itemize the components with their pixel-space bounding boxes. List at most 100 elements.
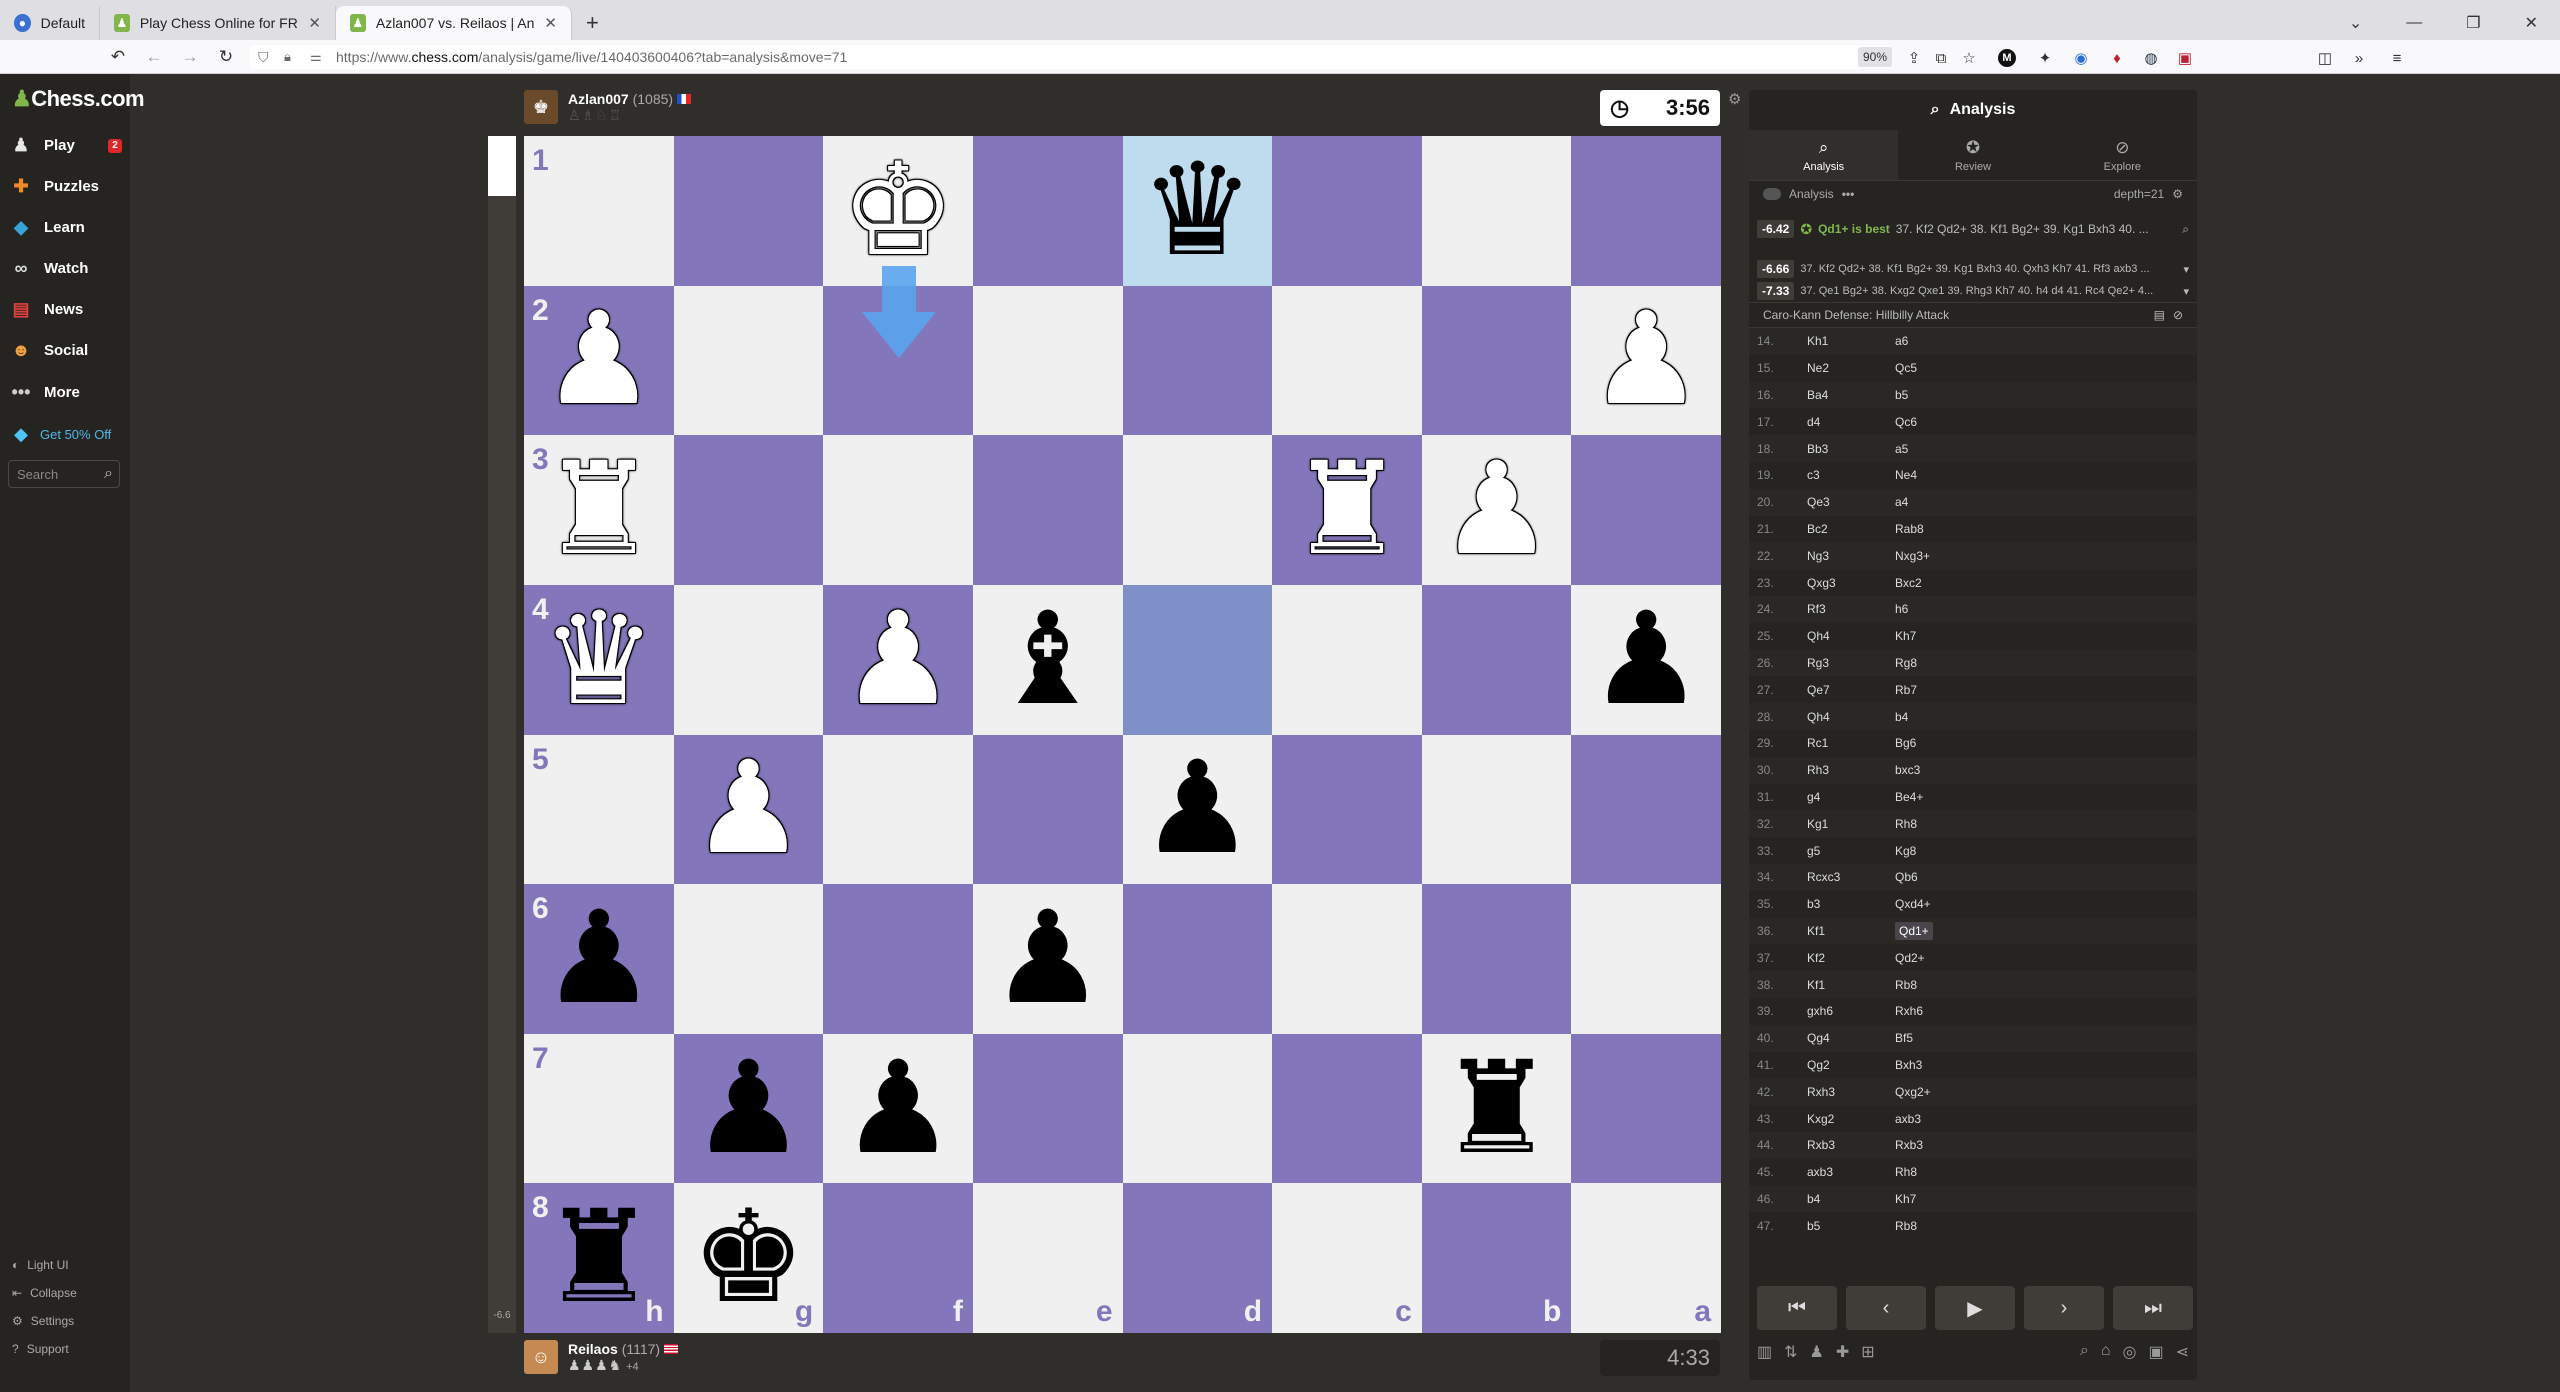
white-move[interactable]: Qh4	[1807, 710, 1895, 724]
square-d1[interactable]: ♛	[1122, 136, 1273, 286]
sidebar-item-learn[interactable]: ◆ Learn	[10, 216, 85, 238]
pieces-icon[interactable]: ♟	[1810, 1342, 1824, 1362]
black-queen[interactable]: ♛	[1140, 146, 1255, 275]
tab-review[interactable]: ✪ Review	[1898, 130, 2047, 180]
best-move-line[interactable]: -6.42 ✪ Qd1+ is best 37. Kf2 Qd2+ 38. Kf…	[1749, 206, 2197, 252]
black-move[interactable]: Qd1+	[1895, 921, 1933, 940]
bookmark-star-icon[interactable]: ☆	[1960, 49, 1978, 67]
white-move[interactable]: Bb3	[1807, 442, 1895, 456]
white-move[interactable]: Ng3	[1807, 549, 1895, 563]
square-e2[interactable]	[972, 285, 1123, 436]
next-move-button[interactable]: ›	[2024, 1286, 2104, 1330]
sidebar-toggle-icon[interactable]: ◫	[2316, 49, 2334, 67]
extension-circle-icon[interactable]: ◉	[2072, 49, 2090, 67]
square-c6[interactable]	[1272, 884, 1422, 1034]
black-rook[interactable]: ♜	[541, 1194, 656, 1322]
white-pawn[interactable]: ♟	[541, 296, 656, 424]
square-d5[interactable]: ♟	[1122, 734, 1273, 885]
black-rook[interactable]: ♜	[1439, 1044, 1554, 1173]
camera-icon[interactable]: ▣	[2148, 1342, 2163, 1362]
square-a3[interactable]	[1571, 435, 1721, 585]
square-g6[interactable]	[673, 884, 824, 1034]
white-move[interactable]: Ne2	[1807, 361, 1895, 375]
black-move[interactable]: Kh7	[1895, 629, 1995, 643]
chesscom-logo[interactable]: ♟Chess.com	[12, 86, 145, 112]
black-pawn[interactable]: ♟	[691, 1044, 806, 1173]
black-pawn[interactable]: ♟	[841, 1044, 956, 1173]
sidebar-item-news[interactable]: ▤ News	[10, 298, 83, 320]
square-d7[interactable]	[1122, 1033, 1273, 1184]
square-e8[interactable]: e	[972, 1183, 1123, 1333]
square-c2[interactable]	[1272, 285, 1422, 436]
black-bishop[interactable]: ♝	[990, 595, 1105, 724]
footer-light-ui[interactable]: ◐ Light UI	[12, 1258, 69, 1272]
first-move-button[interactable]: ⏮	[1757, 1286, 1837, 1330]
footer-support[interactable]: ? Support	[12, 1342, 69, 1356]
black-move[interactable]: a6	[1895, 334, 1995, 348]
square-g4[interactable]	[673, 584, 824, 735]
square-c4[interactable]	[1272, 584, 1422, 735]
white-move[interactable]: Kf1	[1807, 978, 1895, 992]
sidebar-item-more[interactable]: ••• More	[10, 381, 80, 403]
square-b8[interactable]: b	[1421, 1183, 1572, 1333]
square-e5[interactable]	[972, 734, 1123, 885]
player-name[interactable]: Azlan007	[568, 91, 629, 107]
player-name[interactable]: Reilaos	[568, 1341, 618, 1357]
avatar[interactable]: ☺	[524, 1340, 558, 1374]
black-move[interactable]: bxc3	[1895, 763, 1995, 777]
zoom-line-icon[interactable]: ⌕	[2182, 222, 2189, 237]
black-move[interactable]: a5	[1895, 442, 1995, 456]
white-move[interactable]: Rf3	[1807, 602, 1895, 616]
sidebar-item-play[interactable]: ♟ Play	[10, 134, 75, 156]
square-a5[interactable]	[1571, 734, 1721, 885]
footer-settings[interactable]: ⚙ Settings	[12, 1314, 74, 1328]
black-move[interactable]: Rb8	[1895, 978, 1995, 992]
square-a8[interactable]: a	[1571, 1183, 1721, 1333]
engine-line-2[interactable]: -7.33 37. Qe1 Bg2+ 38. Kxg2 Qxe1 39. Rhg…	[1749, 280, 2197, 302]
black-move[interactable]: Qc6	[1895, 415, 1995, 429]
black-move[interactable]: Kh7	[1895, 1192, 1995, 1206]
reload-icon[interactable]: ↻	[208, 47, 244, 67]
square-b7[interactable]: ♜	[1421, 1033, 1572, 1184]
white-pawn[interactable]: ♟	[841, 595, 956, 724]
promo-link[interactable]: ◆ Get 50% Off	[10, 423, 111, 445]
add-icon[interactable]: ✚	[1836, 1342, 1849, 1362]
browser-tab-default[interactable]: ● Default	[0, 6, 100, 40]
black-move[interactable]: b4	[1895, 710, 1995, 724]
zoom-search-icon[interactable]: ⌕	[2080, 1342, 2089, 1362]
white-move[interactable]: Rxh3	[1807, 1085, 1895, 1099]
black-move[interactable]: Rb8	[1895, 1219, 1995, 1233]
square-e6[interactable]: ♟	[972, 884, 1123, 1034]
tab-explore[interactable]: ⊘ Explore	[2048, 130, 2197, 180]
shield-icon[interactable]: ⛉	[258, 49, 269, 66]
square-g3[interactable]	[673, 435, 824, 585]
engine-settings-gear-icon[interactable]: ⚙	[2172, 187, 2183, 201]
square-d8[interactable]: d	[1122, 1183, 1273, 1333]
square-a6[interactable]	[1571, 884, 1721, 1034]
black-pawn[interactable]: ♟	[990, 894, 1105, 1023]
square-g2[interactable]	[673, 285, 824, 436]
square-e3[interactable]	[972, 435, 1123, 585]
black-pawn[interactable]: ♟	[1140, 745, 1255, 873]
black-move[interactable]: Ne4	[1895, 468, 1995, 482]
white-move[interactable]: Qg4	[1807, 1031, 1895, 1045]
tab-analysis[interactable]: ⌕ Analysis	[1749, 130, 1899, 180]
screenshot-icon[interactable]: ⧉	[1932, 49, 1950, 67]
square-f3[interactable]	[823, 435, 973, 585]
forward-icon[interactable]: →	[172, 47, 208, 67]
expand-line-icon[interactable]: ▾	[2183, 263, 2189, 276]
engine-menu-dots-icon[interactable]: •••	[1842, 187, 1855, 201]
square-a1[interactable]	[1571, 136, 1721, 286]
black-move[interactable]: Rg8	[1895, 656, 1995, 670]
square-e4[interactable]: ♝	[972, 584, 1123, 735]
square-f7[interactable]: ♟	[823, 1033, 973, 1184]
white-move[interactable]: b5	[1807, 1219, 1895, 1233]
search-input[interactable]: Search ⌕	[8, 460, 120, 488]
white-move[interactable]: axb3	[1807, 1165, 1895, 1179]
square-b5[interactable]	[1421, 734, 1572, 885]
search-icon[interactable]: ⌕	[104, 465, 113, 483]
black-pawn[interactable]: ♟	[1589, 595, 1704, 724]
browser-tab-play[interactable]: ♟ Play Chess Online for FREE - 2 Pla ✕	[100, 6, 336, 40]
share-icon[interactable]: ⋖	[2176, 1342, 2189, 1362]
square-f8[interactable]: f	[823, 1183, 973, 1333]
